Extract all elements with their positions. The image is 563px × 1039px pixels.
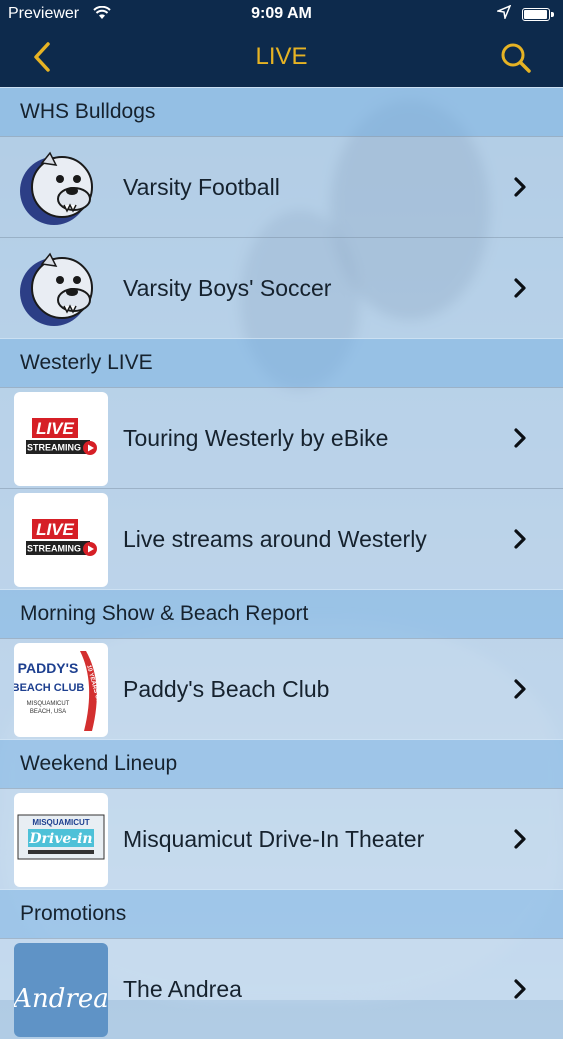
section-header: Westerly LIVE [0,338,563,387]
list-item-label: The Andrea [123,976,242,1002]
list-item[interactable]: LIVE STREAMING Live streams around Westerl… [0,488,563,589]
andrea-logo: Andrea [14,943,108,1037]
list-item-label: Touring Westerly by eBike [123,425,389,451]
svg-text:BEACH CLUB: BEACH CLUB [14,682,84,694]
list-item-label: Live streams around Westerly [123,526,427,552]
list-item[interactable]: Andrea The Andrea [0,938,563,1039]
bulldog-logo [14,141,108,235]
paddys-beach-club-logo: PADDY'S BEACH CLUB MISQUAMICUT BEACH, USA 10… [14,643,108,737]
search-button[interactable] [500,42,532,79]
battery-icon [522,8,554,21]
chevron-right-icon [510,527,530,556]
drive-in-logo: MISQUAMICUT Drive-in [14,793,108,887]
section-header: Morning Show & Beach Report [0,589,563,638]
search-icon [501,43,531,73]
chevron-right-icon [510,827,530,856]
list-item[interactable]: LIVE STREAMING Touring Westerly by eBike [0,387,563,488]
status-bar: Previewer 9:09 AM [0,0,563,30]
location-arrow-icon [495,4,512,22]
svg-text:Drive-in: Drive-in [28,831,92,847]
svg-text:Andrea: Andrea [14,984,108,1014]
chevron-right-icon [510,175,530,204]
live-streaming-logo: LIVE STREAMING [14,493,108,587]
section-header: Promotions [0,889,563,938]
nav-bar: LIVE [0,30,563,87]
battery-level [524,10,548,19]
list-item[interactable]: Varsity Football [0,136,563,237]
svg-text:BEACH, USA: BEACH, USA [30,709,66,715]
list-item-label: Varsity Boys' Soccer [123,275,332,301]
svg-text:MISQUAMICUT: MISQUAMICUT [27,701,70,707]
list-item[interactable]: MISQUAMICUT Drive-in Misquamicut Drive-In … [0,788,563,889]
page-title: LIVE [255,43,308,70]
list-item-label: Paddy's Beach Club [123,676,330,702]
svg-text:MISQUAMICUT: MISQUAMICUT [32,818,89,827]
clock: 9:09 AM [251,5,312,22]
svg-text:STREAMING: STREAMING [27,544,81,554]
chevron-right-icon [510,977,530,1006]
list-item-label: Varsity Football [123,174,280,200]
svg-text:LIVE: LIVE [36,419,74,438]
list-item[interactable]: PADDY'S BEACH CLUB MISQUAMICUT BEACH, USA 10… [0,638,563,739]
svg-text:PADDY'S: PADDY'S [18,660,79,676]
svg-text:STREAMING: STREAMING [27,443,81,453]
bulldog-logo [14,242,108,336]
section-header: Weekend Lineup [0,739,563,788]
svg-text:LIVE: LIVE [36,520,74,539]
list-item-label: Misquamicut Drive-In Theater [123,826,425,852]
live-list: WHS Bulldogs Varsity Football Varsity Boys… [0,87,563,1039]
chevron-right-icon [510,677,530,706]
chevron-right-icon [510,276,530,305]
live-streaming-logo: LIVE STREAMING [14,392,108,486]
section-header: WHS Bulldogs [0,87,563,136]
list-item[interactable]: Varsity Boys' Soccer [0,237,563,338]
chevron-right-icon [510,426,530,455]
